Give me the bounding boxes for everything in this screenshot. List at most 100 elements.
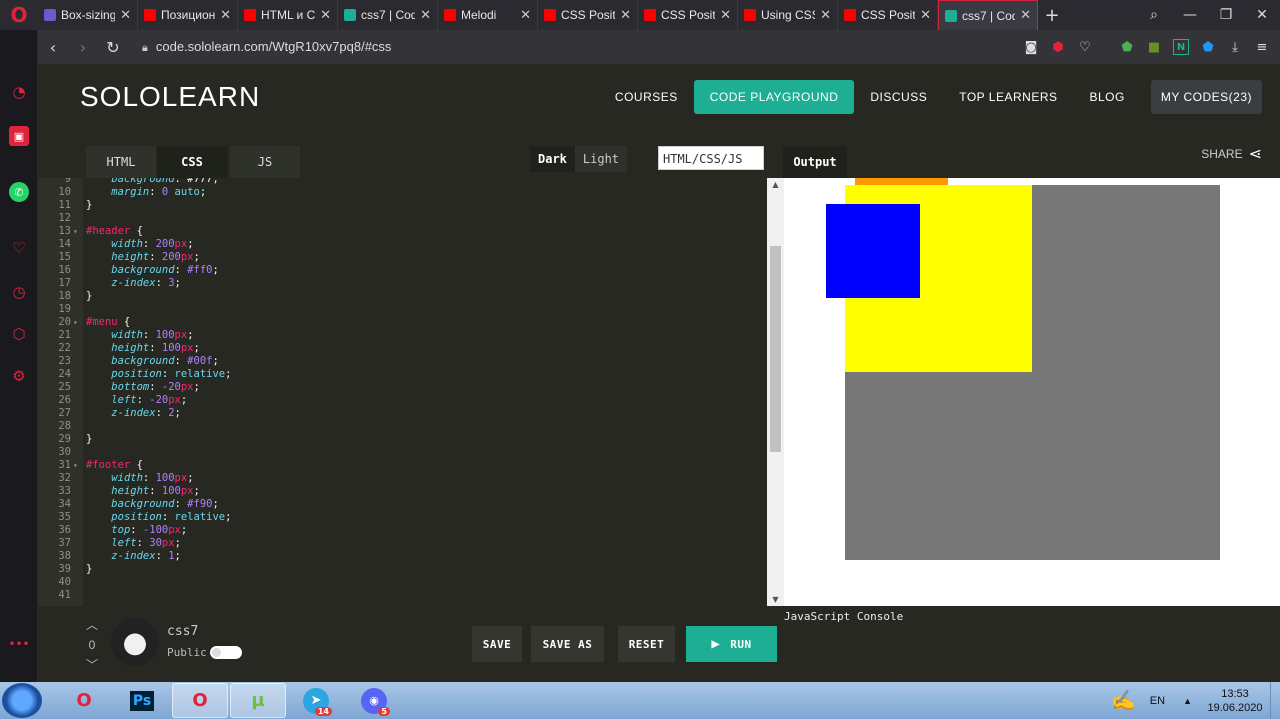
maximize-icon[interactable]: ❐ (1208, 7, 1244, 23)
browser-tab[interactable]: Box-sizing ✕ (38, 0, 138, 30)
tab-close-icon[interactable]: ✕ (620, 8, 631, 23)
tab-close-icon[interactable]: ✕ (220, 8, 231, 23)
code-line: 9 background: #777; (38, 178, 767, 186)
share-button[interactable]: SHARE ⋖ (1201, 144, 1262, 164)
opera-gx-icon[interactable]: O (172, 683, 228, 718)
discord-icon[interactable]: ◉ 5 (346, 683, 402, 718)
avatar[interactable] (111, 618, 159, 666)
reset-button[interactable]: RESET (618, 626, 675, 662)
scroll-up-icon[interactable]: ▲ (767, 180, 784, 189)
bookmark-heart-icon[interactable]: ♡ (1077, 39, 1093, 55)
scrollbar-thumb[interactable] (770, 246, 781, 452)
line-number: 39 (58, 563, 71, 575)
downvote-icon[interactable]: ﹀ (84, 656, 100, 673)
pen-input-icon[interactable]: ✍ (1111, 688, 1136, 713)
address-bar: ‹ › ↻ 🔒︎ code.sololearn.com/WtgR10xv7pq8/… (38, 30, 1280, 64)
url-field[interactable]: 🔒︎ code.sololearn.com/WtgR10xv7pq8/#css (142, 39, 391, 55)
language-select[interactable]: HTML/CSS/JS (658, 146, 764, 170)
output-scrollbar[interactable]: ▲ ▼ (767, 178, 784, 606)
scroll-down-icon[interactable]: ▼ (767, 595, 784, 604)
search-tabs-icon[interactable]: ⌕ (1136, 7, 1172, 23)
nav-my-codes[interactable]: MY CODES(23) (1150, 80, 1262, 114)
theme-light[interactable]: Light (575, 146, 627, 172)
tray-expand-icon[interactable]: ▲ (1183, 696, 1192, 706)
photoshop-icon[interactable]: Ps (114, 683, 170, 718)
sololearn-logo[interactable]: SOLOLEARN (80, 81, 260, 113)
tab-close-icon[interactable]: ✕ (920, 8, 931, 23)
code-text: z-index: 3; (111, 277, 181, 289)
browser-tab[interactable]: CSS Positi ✕ (638, 0, 738, 30)
new-tab-icon[interactable]: + (1038, 0, 1066, 30)
show-desktop-button[interactable] (1270, 682, 1280, 719)
tab-close-icon[interactable]: ✕ (120, 8, 131, 23)
menu-icon[interactable]: ≡ (1254, 39, 1270, 55)
code-editor[interactable]: 9 background: #777; 10 margin: 0 auto; 11}… (38, 178, 767, 606)
output-panel[interactable]: ▲ ▼ (767, 178, 1280, 606)
forward-icon[interactable]: › (68, 38, 98, 57)
browser-tab[interactable]: css7 | Cod ✕ (338, 0, 438, 30)
adblock-icon[interactable]: ⬢ (1050, 39, 1066, 55)
browser-tab[interactable]: CSS Positi ✕ (538, 0, 638, 30)
history-icon[interactable]: ◷ (9, 282, 29, 302)
back-icon[interactable]: ‹ (38, 38, 68, 57)
utorrent-icon[interactable]: µ (230, 683, 286, 718)
theme-switch: Dark Light (530, 146, 628, 172)
n-extension-icon[interactable]: N (1173, 39, 1189, 55)
shield-extension-icon[interactable]: ⬟ (1119, 39, 1135, 55)
save-button[interactable]: SAVE (472, 626, 522, 662)
public-toggle[interactable] (210, 646, 242, 659)
tab-close-icon[interactable]: ✕ (720, 8, 731, 23)
fold-toggle-icon[interactable]: ▾ (73, 459, 78, 472)
nav-blog[interactable]: BLOG (1074, 80, 1141, 114)
tab-js[interactable]: JS (230, 146, 300, 178)
language-indicator[interactable]: EN (1150, 695, 1165, 707)
box-icon[interactable]: ⬡ (9, 324, 29, 344)
opera-taskbar-icon[interactable]: O (56, 683, 112, 718)
browser-tab[interactable]: Позицион ✕ (138, 0, 238, 30)
tab-close-icon[interactable]: ✕ (520, 8, 531, 23)
tab-html[interactable]: HTML (86, 146, 156, 178)
clock[interactable]: 13:53 19.06.2020 (1200, 687, 1270, 715)
browser-tab[interactable]: HTML и C ✕ (238, 0, 338, 30)
tab-close-icon[interactable]: ✕ (820, 8, 831, 23)
close-window-icon[interactable]: ✕ (1244, 7, 1280, 23)
browser-tab[interactable]: css7 | Cod ✕ (938, 0, 1038, 30)
run-button[interactable]: ▶ RUN (686, 626, 777, 662)
camera-icon[interactable]: ◙ (1023, 39, 1039, 55)
save-as-button[interactable]: SAVE AS (531, 626, 604, 662)
theme-dark[interactable]: Dark (530, 146, 575, 172)
whatsapp-icon[interactable]: ✆ (9, 182, 29, 202)
tab-output[interactable]: Output (783, 146, 847, 178)
nav-code-playground[interactable]: CODE PLAYGROUND (693, 80, 855, 114)
tab-close-icon[interactable]: ✕ (420, 8, 431, 23)
opera-logo-icon[interactable]: O (0, 0, 38, 30)
speed-dial-icon[interactable]: ◔ (9, 82, 29, 102)
download-icon[interactable]: ⤓ (1227, 39, 1243, 55)
browser-tab[interactable]: Using CSS ✕ (738, 0, 838, 30)
windows-start-icon[interactable] (2, 683, 42, 718)
fold-toggle-icon[interactable]: ▾ (73, 316, 78, 329)
cube-extension-icon[interactable]: ■ (1146, 39, 1162, 55)
tab-css[interactable]: CSS (157, 146, 227, 178)
vpn-shield-icon[interactable]: ⬟ (1200, 39, 1216, 55)
play-icon: ▶ (711, 636, 721, 652)
browser-tab[interactable]: Melodi ✕ (438, 0, 538, 30)
code-text: z-index: 2; (111, 407, 181, 419)
gear-icon[interactable]: ⚙ (9, 366, 29, 386)
nav-courses[interactable]: COURSES (599, 80, 694, 114)
reload-icon[interactable]: ↻ (98, 38, 128, 57)
code-line: 22 height: 100px; (38, 342, 767, 355)
minimize-icon[interactable]: — (1172, 7, 1208, 23)
fold-toggle-icon[interactable]: ▾ (73, 225, 78, 238)
tab-close-icon[interactable]: ✕ (1020, 8, 1031, 23)
telegram-icon[interactable]: ➤ 14 (288, 683, 344, 718)
heart-icon[interactable]: ♡ (9, 238, 29, 258)
upvote-icon[interactable]: ︿ (84, 616, 100, 633)
nav-top-learners[interactable]: TOP LEARNERS (943, 80, 1073, 114)
twitch-icon[interactable]: ▣ (9, 126, 29, 146)
tab-close-icon[interactable]: ✕ (320, 8, 331, 23)
browser-tab[interactable]: CSS Positi ✕ (838, 0, 938, 30)
nav-discuss[interactable]: DISCUSS (854, 80, 943, 114)
tab-label: Melodi (461, 8, 497, 22)
more-icon[interactable]: ••• (8, 634, 29, 654)
